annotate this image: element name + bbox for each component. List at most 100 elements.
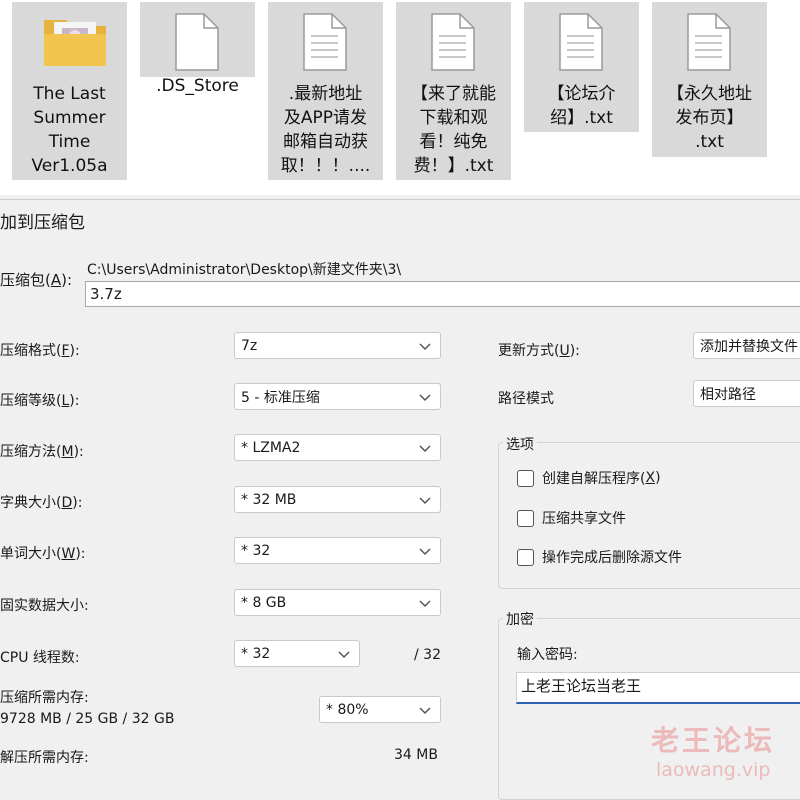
cpu-threads-select[interactable]: * 32 xyxy=(234,640,360,667)
select-value: * 32 xyxy=(241,542,271,559)
label-text: ): xyxy=(569,343,580,359)
hotkey: M xyxy=(61,444,74,460)
file-item[interactable]: 【来了就能 下载和观 看！纯免 费！】.txt xyxy=(396,2,511,180)
watermark-url: laowang.vip xyxy=(656,759,771,781)
label-text: ): xyxy=(73,444,84,460)
checkbox-box[interactable] xyxy=(517,469,534,487)
label-text: 创建自解压程序( xyxy=(542,471,646,487)
select-value: * 80% xyxy=(326,701,369,718)
folder-icon xyxy=(42,12,106,76)
level-select[interactable]: 5 - 标准压缩 xyxy=(234,383,441,410)
label-text: 压缩方法( xyxy=(0,444,62,460)
label-text: 压缩格式( xyxy=(0,343,62,359)
compress-memory-label: 压缩所需内存: xyxy=(0,690,89,706)
cpu-threads-label: CPU 线程数: xyxy=(0,650,80,666)
memory-usage-select[interactable]: * 80% xyxy=(319,696,441,723)
select-value: 添加并替换文件 xyxy=(700,338,798,355)
method-label: 压缩方法(M): xyxy=(0,441,84,461)
file-item[interactable]: 【永久地址 发布页】 .txt xyxy=(652,2,767,157)
hotkey: D xyxy=(61,495,73,511)
file-name: .最新地址 及APP请发 邮箱自动获 取！！！.... xyxy=(280,84,371,176)
label-text: ): xyxy=(72,495,83,511)
label-text: ) xyxy=(655,470,661,486)
text-file-icon xyxy=(554,12,610,76)
path-mode-select[interactable]: 相对路径 xyxy=(693,380,800,407)
compress-shared-checkbox[interactable]: 压缩共享文件 xyxy=(517,508,626,528)
file-list: The Last Summer Time Ver1.05a .DS_Store … xyxy=(0,0,800,195)
password-input[interactable]: 上老王论坛当老王 xyxy=(516,672,800,704)
solid-block-label: 固实数据大小: xyxy=(0,598,89,614)
select-value: * 32 MB xyxy=(241,491,297,508)
label-text: 压缩共享文件 xyxy=(542,511,626,527)
hotkey: U xyxy=(559,343,570,359)
solid-block-select[interactable]: * 8 GB xyxy=(234,589,441,616)
checkbox-box[interactable] xyxy=(517,548,534,566)
label-text: 操作完成后删除源文件 xyxy=(542,550,682,566)
label-text: ): xyxy=(69,343,80,359)
watermark-text: 老王论坛 xyxy=(651,724,776,757)
label-text: ): xyxy=(75,546,86,562)
word-size-label: 单词大小(W): xyxy=(0,543,86,563)
chevron-down-icon xyxy=(419,706,431,714)
chevron-down-icon xyxy=(419,496,431,504)
word-size-select[interactable]: * 32 xyxy=(234,537,441,564)
file-item[interactable]: .DS_Store xyxy=(140,2,255,96)
file-name: The Last Summer Time Ver1.05a xyxy=(31,84,108,176)
password-label: 输入密码: xyxy=(517,647,578,663)
hotkey: W xyxy=(61,546,76,562)
chevron-down-icon xyxy=(338,650,350,658)
create-sfx-checkbox[interactable]: 创建自解压程序(X) xyxy=(517,468,661,488)
cpu-threads-max: / 32 xyxy=(414,647,441,663)
blank-file-icon xyxy=(170,12,226,76)
file-name: 【论坛介 绍】.txt xyxy=(547,84,616,128)
update-mode-select[interactable]: 添加并替换文件 xyxy=(693,332,800,359)
label-text: 字典大小( xyxy=(0,495,62,511)
compress-memory-detail: 9728 MB / 25 GB / 32 GB xyxy=(0,711,175,727)
file-item[interactable]: 【论坛介 绍】.txt xyxy=(524,2,639,132)
hotkey: X xyxy=(645,470,656,486)
label-text: 更新方式( xyxy=(498,343,560,359)
chevron-down-icon xyxy=(419,342,431,350)
label-text: 压缩包( xyxy=(0,271,51,289)
chevron-down-icon xyxy=(419,547,431,555)
archive-label: 压缩包(A): xyxy=(0,269,72,290)
file-item[interactable]: The Last Summer Time Ver1.05a xyxy=(12,2,127,180)
delete-after-checkbox[interactable]: 操作完成后删除源文件 xyxy=(517,547,682,567)
encryption-group-title: 加密 xyxy=(503,609,537,629)
dictionary-select[interactable]: * 32 MB xyxy=(234,486,441,513)
format-select[interactable]: 7z xyxy=(234,332,441,359)
select-value: * 8 GB xyxy=(241,594,287,611)
decompress-memory-label: 解压所需内存: xyxy=(0,750,89,766)
label-text: ): xyxy=(61,271,73,289)
text-file-icon xyxy=(298,12,354,76)
chevron-down-icon xyxy=(419,393,431,401)
file-name: 【永久地址 发布页】 .txt xyxy=(667,84,752,152)
select-value: 相对路径 xyxy=(700,386,756,403)
archive-name-input[interactable]: 3.7z xyxy=(85,281,800,307)
label-text: ): xyxy=(69,393,80,409)
archive-path: C:\Users\Administrator\Desktop\新建文件夹\3\ xyxy=(87,262,402,278)
decompress-memory-value: 34 MB xyxy=(394,747,438,763)
file-item[interactable]: .最新地址 及APP请发 邮箱自动获 取！！！.... xyxy=(268,2,383,180)
select-value: * 32 xyxy=(241,645,271,662)
file-name: .DS_Store xyxy=(156,76,239,96)
dictionary-label: 字典大小(D): xyxy=(0,492,82,512)
select-value: * LZMA2 xyxy=(241,439,301,456)
path-mode-label: 路径模式 xyxy=(498,391,554,407)
label-text: 单词大小( xyxy=(0,546,62,562)
method-select[interactable]: * LZMA2 xyxy=(234,434,441,461)
file-name: 【来了就能 下载和观 看！纯免 费！】.txt xyxy=(411,84,496,176)
select-value: 7z xyxy=(241,337,258,354)
update-mode-label: 更新方式(U): xyxy=(498,340,580,360)
text-file-icon xyxy=(682,12,738,76)
checkbox-box[interactable] xyxy=(517,509,534,527)
add-to-archive-dialog: 加到压缩包 压缩包(A): C:\Users\Administrator\Des… xyxy=(0,199,800,800)
hotkey: A xyxy=(50,271,62,289)
select-value: 5 - 标准压缩 xyxy=(241,389,320,406)
options-group-title: 选项 xyxy=(503,434,537,454)
hotkey: F xyxy=(61,343,70,359)
format-label: 压缩格式(F): xyxy=(0,340,80,360)
chevron-down-icon xyxy=(419,444,431,452)
level-label: 压缩等级(L): xyxy=(0,390,79,410)
dialog-title: 加到压缩包 xyxy=(0,213,85,233)
